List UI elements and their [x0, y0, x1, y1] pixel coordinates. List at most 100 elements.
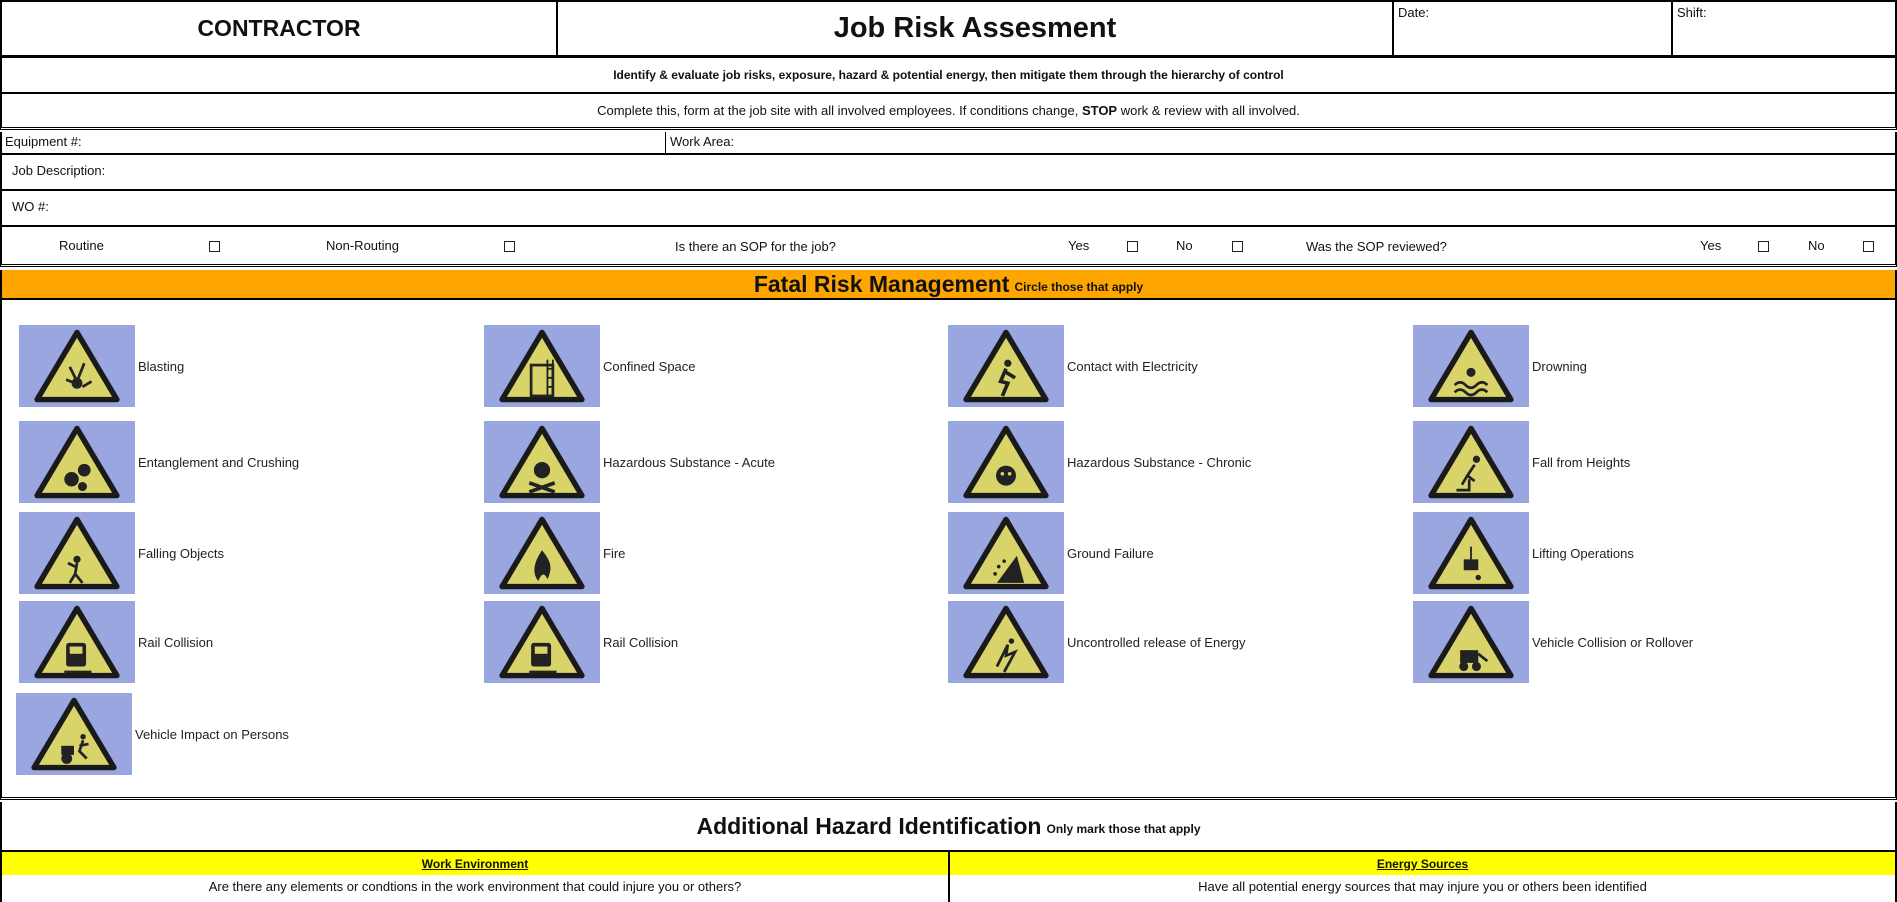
reviewed-yes-checkbox[interactable]	[1758, 241, 1769, 252]
explosion-icon	[19, 325, 135, 407]
hazard-item[interactable]: Confined Space	[484, 325, 696, 407]
reviewed-no-checkbox[interactable]	[1863, 241, 1874, 252]
hazard-label: Contact with Electricity	[1067, 358, 1198, 374]
routine-label: Routine	[59, 238, 104, 253]
wo-field[interactable]: WO #:	[0, 191, 1897, 227]
hazard-item[interactable]: Entanglement and Crushing	[19, 421, 299, 503]
additional-hazard-subtitle: Only mark those that apply	[1046, 822, 1201, 836]
page-title: Job Risk Assesment	[833, 12, 1117, 44]
hazard-item[interactable]: Rail Collision	[19, 601, 213, 683]
hazard-label: Lifting Operations	[1532, 545, 1634, 561]
contractor-cell: CONTRACTOR	[0, 2, 558, 55]
title-cell: Job Risk Assesment	[558, 2, 1394, 55]
hazard-label: Drowning	[1532, 358, 1587, 374]
instruction-text-2: Complete this, form at the job site with…	[597, 103, 1300, 118]
falling-objects-icon	[19, 512, 135, 594]
additional-hazard-header: Additional Hazard Identification Only ma…	[0, 802, 1897, 852]
equipment-row: Equipment #: Work Area:	[0, 132, 1897, 155]
hazard-label: Confined Space	[603, 358, 696, 374]
energy-release-icon	[948, 601, 1064, 683]
non-routine-checkbox[interactable]	[504, 241, 515, 252]
additional-hazard-title: Additional Hazard Identification	[696, 812, 1042, 839]
sop-yes-checkbox[interactable]	[1127, 241, 1138, 252]
hazard-item[interactable]: Drowning	[1413, 325, 1587, 407]
hazard-label: Blasting	[138, 358, 185, 374]
hazard-item[interactable]: Fall from Heights	[1413, 421, 1630, 503]
hazard-label: Entanglement and Crushing	[138, 454, 300, 470]
job-description-field[interactable]: Job Description:	[0, 155, 1897, 191]
instruction-line-2: Complete this, form at the job site with…	[0, 94, 1897, 130]
train-icon	[19, 601, 135, 683]
energy-sources-section: Energy Sources Have all potential energy…	[950, 852, 1897, 902]
hazard-label: Fall from Heights	[1532, 454, 1631, 470]
hazard-item[interactable]: Ground Failure	[948, 512, 1154, 594]
fatal-risk-subtitle: Circle those that apply	[1014, 280, 1144, 294]
hazard-item[interactable]: Rail Collision	[484, 601, 678, 683]
checkbox-row: Routine Non-Routing Is there an SOP for …	[0, 227, 1897, 267]
sop-reviewed-label: Was the SOP reviewed?	[1306, 239, 1447, 254]
header-row: CONTRACTOR Job Risk Assesment Date: Shif…	[0, 0, 1897, 58]
hazard-label: Ground Failure	[1067, 545, 1154, 561]
date-label: Date:	[1398, 5, 1430, 20]
reviewed-yes-label: Yes	[1700, 238, 1722, 253]
drowning-icon	[1413, 325, 1529, 407]
confined-space-icon	[484, 325, 600, 407]
sop-no-checkbox[interactable]	[1232, 241, 1243, 252]
non-routine-label: Non-Routing	[326, 238, 399, 253]
sop-yes-label: Yes	[1068, 238, 1090, 253]
equipment-field[interactable]: Equipment #:	[2, 132, 666, 153]
hazard-label: Rail Collision	[138, 634, 214, 650]
loader-vehicle-icon	[1413, 601, 1529, 683]
hazard-item[interactable]: Vehicle Collision or Rollover	[1413, 601, 1693, 683]
energy-sources-question: Have all potential energy sources that m…	[1198, 878, 1647, 894]
falling-person-icon	[1413, 421, 1529, 503]
instruction-line-1: Identify & evaluate job risks, exposure,…	[0, 58, 1897, 94]
job-description-label: Job Description:	[12, 163, 106, 178]
landslide-icon	[948, 512, 1064, 594]
hazard-item[interactable]: Vehicle Impact on Persons	[16, 693, 289, 775]
wo-label: WO #:	[12, 199, 49, 214]
hazard-label: Vehicle Collision or Rollover	[1532, 634, 1694, 650]
hazard-label: Falling Objects	[138, 545, 224, 561]
shift-field[interactable]: Shift:	[1673, 2, 1897, 55]
hazard-label: Hazardous Substance - Acute	[603, 454, 775, 470]
hazard-label: Rail Collision	[603, 634, 679, 650]
vehicle-person-icon	[16, 693, 132, 775]
electrocution-icon	[948, 325, 1064, 407]
work-environment-title: Work Environment	[421, 856, 529, 871]
work-area-field[interactable]: Work Area:	[666, 132, 1896, 153]
routine-checkbox[interactable]	[209, 241, 220, 252]
hazard-item[interactable]: Hazardous Substance - Acute	[484, 421, 775, 503]
train-icon	[484, 601, 600, 683]
hazard-item[interactable]: Contact with Electricity	[948, 325, 1198, 407]
energy-sources-title-bar: Energy Sources	[950, 852, 1895, 875]
hazard-item[interactable]: Uncontrolled release of Energy	[948, 601, 1246, 683]
fatal-risk-title: Fatal Risk Management	[753, 270, 1010, 297]
sop-question-label: Is there an SOP for the job?	[675, 239, 836, 254]
hazard-label: Fire	[603, 545, 626, 561]
fatal-risk-header: Fatal Risk Management Circle those that …	[0, 270, 1897, 300]
instruction-text-1: Identify & evaluate job risks, exposure,…	[613, 68, 1284, 82]
sop-no-label: No	[1176, 238, 1193, 253]
energy-sources-title: Energy Sources	[1376, 856, 1469, 871]
work-environment-question: Are there any elements or condtions in t…	[208, 878, 742, 894]
hazard-item[interactable]: Falling Objects	[19, 512, 224, 594]
date-field[interactable]: Date:	[1394, 2, 1673, 55]
work-environment-section: Work Environment Are there any elements …	[0, 852, 950, 902]
hazard-label: Vehicle Impact on Persons	[135, 726, 289, 742]
equipment-label: Equipment #:	[5, 134, 82, 149]
crane-load-icon	[1413, 512, 1529, 594]
skull-crossbones-icon	[484, 421, 600, 503]
work-environment-title-bar: Work Environment	[2, 852, 948, 875]
gears-icon	[19, 421, 135, 503]
reviewed-no-label: No	[1808, 238, 1825, 253]
hazard-item[interactable]: Fire	[484, 512, 625, 594]
work-area-label: Work Area:	[670, 134, 735, 149]
hazard-item[interactable]: Lifting Operations	[1413, 512, 1634, 594]
hazard-item[interactable]: Hazardous Substance - Chronic	[948, 421, 1251, 503]
respirator-icon	[948, 421, 1064, 503]
contractor-label: CONTRACTOR	[197, 15, 361, 41]
hazard-item[interactable]: Blasting	[19, 325, 184, 407]
hazard-label: Hazardous Substance - Chronic	[1067, 454, 1252, 470]
flame-icon	[484, 512, 600, 594]
